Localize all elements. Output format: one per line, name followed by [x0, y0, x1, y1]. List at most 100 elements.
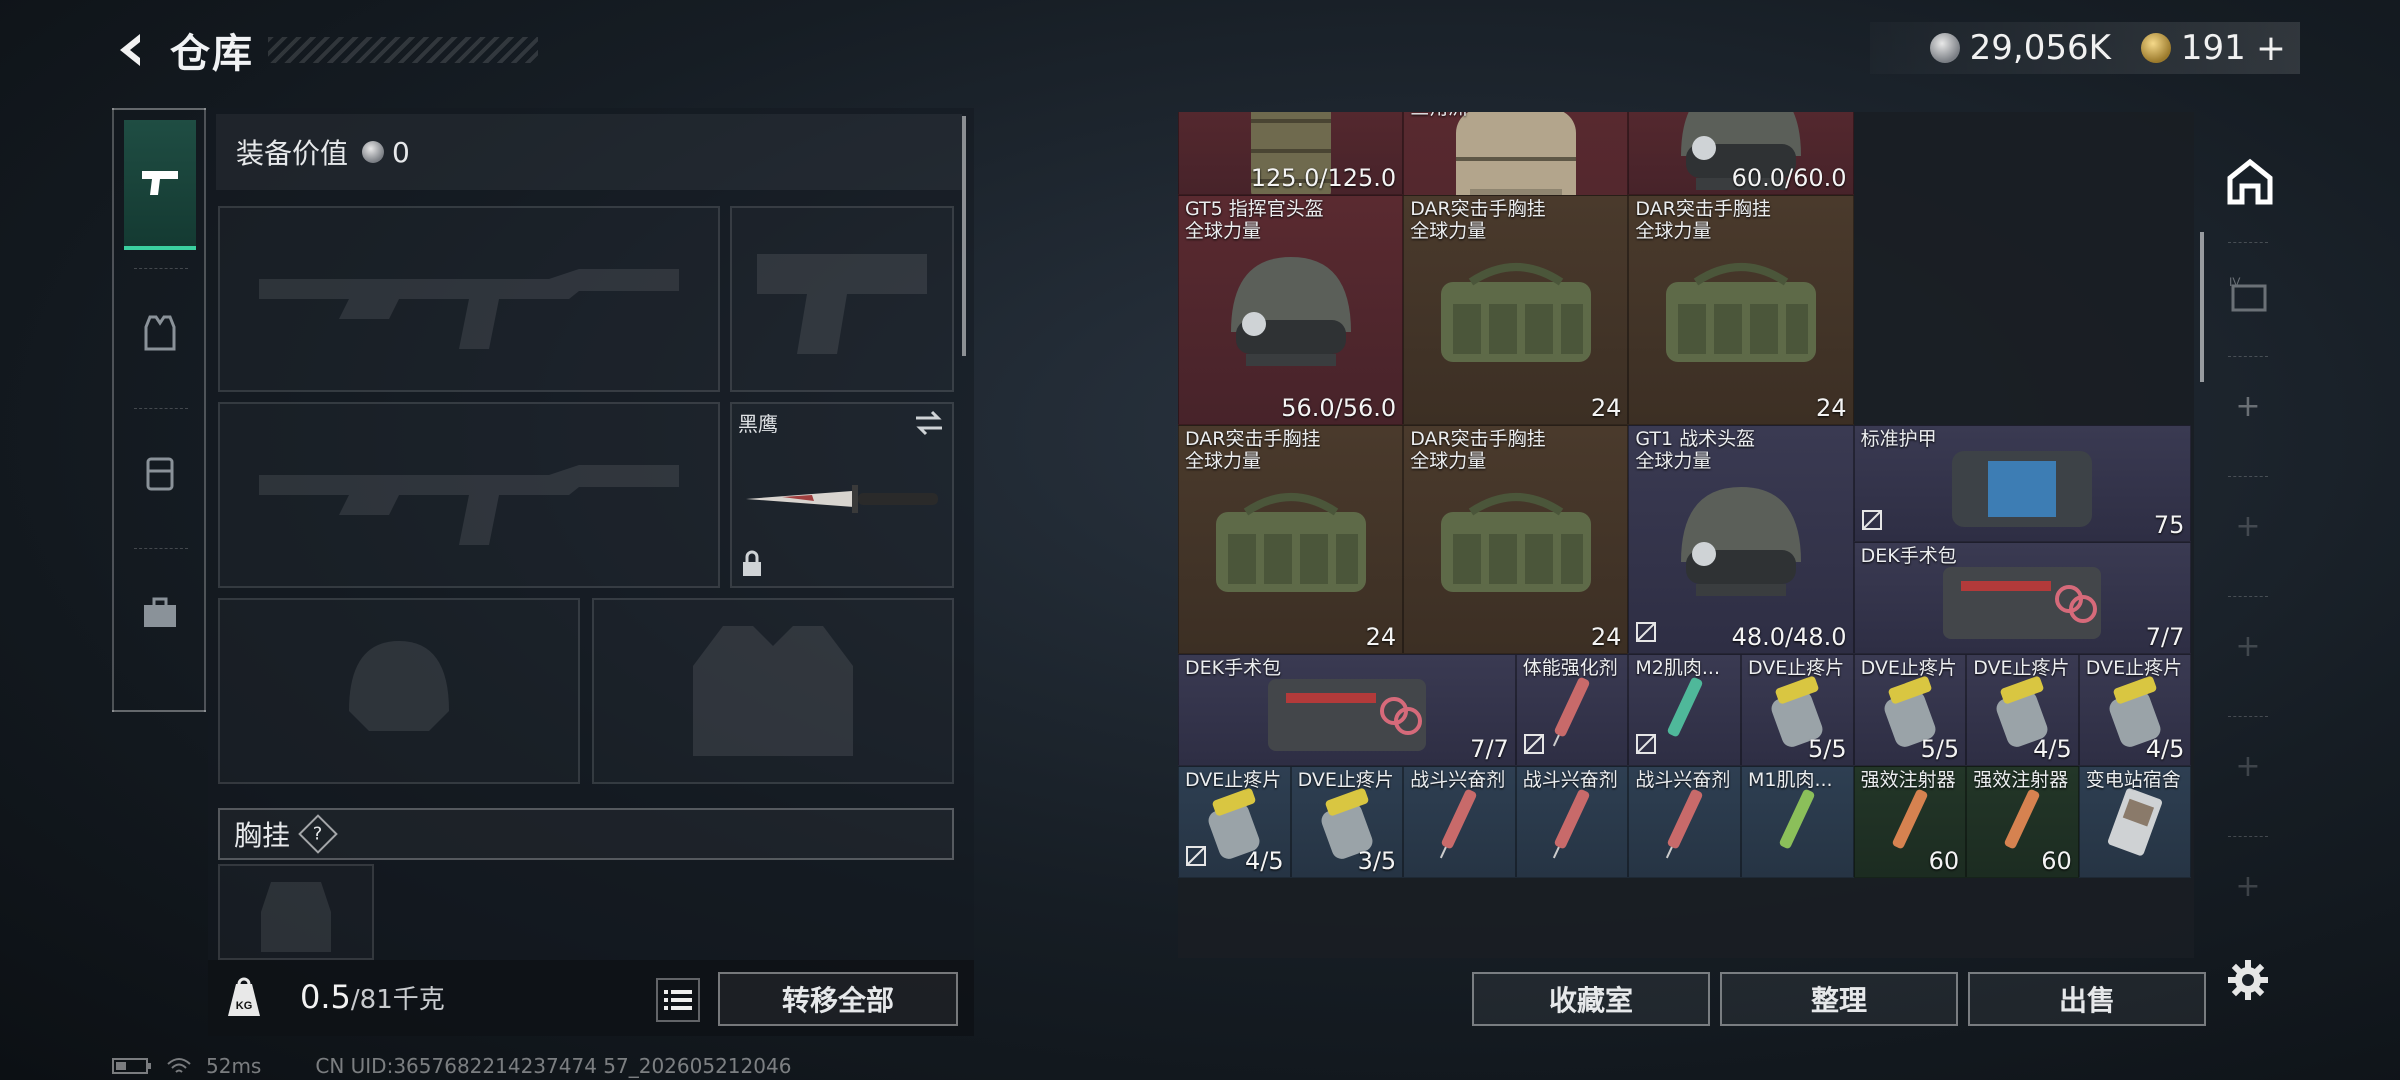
- stash-item[interactable]: 强效注射器 60: [1853, 766, 1967, 879]
- stash-item[interactable]: DVE止疼片 5/5: [1853, 654, 1967, 767]
- add-stash-button-5[interactable]: +: [2220, 858, 2276, 914]
- collection-room-button[interactable]: 收藏室: [1472, 972, 1710, 1026]
- stash-item[interactable]: 125.0/125.0: [1178, 112, 1404, 196]
- stash-item[interactable]: DVE止疼片 5/5: [1741, 654, 1854, 767]
- ping-readout: 52ms: [206, 1054, 262, 1078]
- wifi-icon: [167, 1058, 191, 1073]
- painkiller-icon: [1967, 676, 2078, 748]
- stash-home-tab[interactable]: [2220, 152, 2280, 212]
- stash-item[interactable]: DVE止疼片 3/5: [1290, 766, 1404, 879]
- stash-item-value: 5/5: [1807, 735, 1847, 764]
- loadout-side-nav: [112, 108, 206, 712]
- loadout-scrollbar[interactable]: [962, 116, 966, 356]
- sell-button[interactable]: 出售: [1968, 972, 2206, 1026]
- stash-scrollbar[interactable]: [2200, 232, 2204, 382]
- stash-item[interactable]: DAR突击手胸挂 全球力量 24: [1403, 195, 1629, 425]
- stash-item[interactable]: DEK手术包 7/7: [1178, 654, 1516, 767]
- armor-plate-icon: [1179, 112, 1402, 195]
- battery-icon: [112, 1058, 151, 1074]
- stash-item-value: 56.0/56.0: [1281, 393, 1397, 422]
- stash-item[interactable]: DAR突击手胸挂 全球力量 24: [1628, 195, 1854, 425]
- stash-item-value: 3/5: [1357, 847, 1397, 876]
- loadout-panel: 装备价值 0 黑鹰 胸挂 ? KG 0.5/81千克 转移全部: [208, 108, 974, 1036]
- stash-item[interactable]: DVE止疼片 4/5: [1966, 654, 2079, 767]
- syringe-icon: [1404, 790, 1515, 859]
- add-gold-button[interactable]: +: [2256, 28, 2286, 69]
- stash-item-value: 60.0/60.0: [1731, 164, 1847, 193]
- body-armor-slot[interactable]: [592, 598, 954, 784]
- pistol-icon: [142, 171, 178, 195]
- weight-kg-icon: KG: [222, 976, 266, 1020]
- help-icon[interactable]: ?: [298, 814, 338, 854]
- add-stash-button-2[interactable]: +: [2220, 498, 2276, 554]
- add-stash-button-1[interactable]: +: [2220, 378, 2276, 434]
- settings-gear-icon[interactable]: [2220, 952, 2276, 1008]
- melee-slot[interactable]: 黑鹰: [730, 402, 954, 588]
- secondary-primary-slot[interactable]: [218, 402, 720, 588]
- syringe-icon: [1742, 790, 1853, 851]
- back-arrow-icon[interactable]: [110, 28, 154, 72]
- helmet-item-icon: [1179, 226, 1402, 398]
- stash-item[interactable]: DVE止疼片 4/5: [2078, 654, 2192, 767]
- stash-item[interactable]: GT5 指挥官头盔 全球力量 56.0/56.0: [1178, 195, 1404, 425]
- chest-rig-item-icon: [1629, 226, 1852, 398]
- add-stash-button-3[interactable]: +: [2220, 618, 2276, 674]
- stash-item-name: DAR突击手胸挂 全球力量: [1185, 427, 1321, 472]
- stash-item-name: 变电站宿舍: [2085, 769, 2181, 792]
- stash-item[interactable]: 强效注射器 60: [1966, 766, 2079, 879]
- add-stash-button-4[interactable]: +: [2220, 738, 2276, 794]
- not-searched-icon: [1185, 845, 1207, 871]
- backpack-icon: [146, 457, 174, 491]
- nav-backpack[interactable]: [124, 408, 196, 538]
- nav-toolbox[interactable]: [124, 548, 196, 678]
- stash-item[interactable]: M1肌肉...: [1741, 766, 1854, 879]
- gold-coin-icon: [2140, 33, 2171, 63]
- organize-button[interactable]: 整理: [1720, 972, 1958, 1026]
- nav-armor[interactable]: [124, 268, 196, 398]
- swap-icon[interactable]: [914, 410, 944, 440]
- primary-weapon-slot[interactable]: [218, 206, 720, 392]
- stash-item[interactable]: 战斗兴奋剂: [1403, 766, 1516, 879]
- helmet-slot[interactable]: [218, 598, 580, 784]
- stash-item-value: 125.0/125.0: [1250, 164, 1397, 193]
- stash-item[interactable]: DAR突击手胸挂 全球力量 24: [1178, 424, 1404, 655]
- not-searched-icon: [1861, 509, 1883, 535]
- stash-item[interactable]: DAR突击手胸挂 全球力量 24: [1403, 424, 1629, 655]
- nav-weapons[interactable]: [124, 120, 196, 250]
- silver-amount: 29,056K: [1969, 28, 2111, 68]
- stash-item[interactable]: GT1 战术头盔 全球力量 48.0/48.0: [1628, 424, 1854, 655]
- stash-item-name: GT1 战术头盔 全球力量: [1635, 427, 1756, 472]
- stash-item[interactable]: 标准护甲 75: [1853, 424, 2192, 543]
- keycard-icon: [2080, 788, 2191, 856]
- stash-item[interactable]: 体能强化剂: [1515, 654, 1629, 767]
- stash-item-name: DVE止疼片: [1748, 657, 1845, 680]
- stash-item[interactable]: 变电站宿舍: [2078, 766, 2192, 879]
- transfer-all-button[interactable]: 转移全部: [718, 972, 958, 1026]
- stash-item-value: 4/5: [2145, 735, 2185, 764]
- stash-item-value: 60: [1928, 847, 1960, 876]
- silver-coin-icon: [1929, 33, 1960, 63]
- header: 仓库: [110, 22, 538, 78]
- stash-box-icon: IV: [2229, 275, 2267, 312]
- stash-item-value: 24: [1816, 393, 1847, 422]
- stash-item[interactable]: 战斗兴奋剂: [1628, 766, 1741, 879]
- stash-item[interactable]: DVE止疼片 4/5: [1178, 766, 1291, 879]
- stash-item-value: 4/5: [1244, 847, 1284, 876]
- stash-item-value: 5/5: [1920, 735, 1960, 764]
- medkit-icon: [1855, 567, 2191, 640]
- list-view-button[interactable]: [656, 978, 700, 1022]
- stash-item[interactable]: 战斗兴奋剂: [1515, 766, 1629, 879]
- secondary-weapon-slot[interactable]: [730, 206, 954, 392]
- gold-amount: 191: [2180, 28, 2246, 68]
- chest-rig-slot[interactable]: [218, 864, 374, 960]
- page-title: 仓库: [170, 31, 254, 77]
- weight-current: 0.5: [300, 978, 351, 1016]
- stash-item[interactable]: M2肌肉...: [1628, 654, 1741, 767]
- stash-item[interactable]: DEK手术包 7/7: [1853, 542, 2192, 655]
- stash-item-name: 战斗兴奋剂: [1522, 769, 1618, 792]
- stash-tab-4[interactable]: IV: [2220, 266, 2276, 322]
- stash-item[interactable]: 60.0/60.0: [1628, 112, 1854, 196]
- stash-item-name: M2肌肉...: [1635, 657, 1720, 680]
- not-searched-icon: [1523, 733, 1545, 759]
- stash-item-value: 75: [2153, 511, 2185, 540]
